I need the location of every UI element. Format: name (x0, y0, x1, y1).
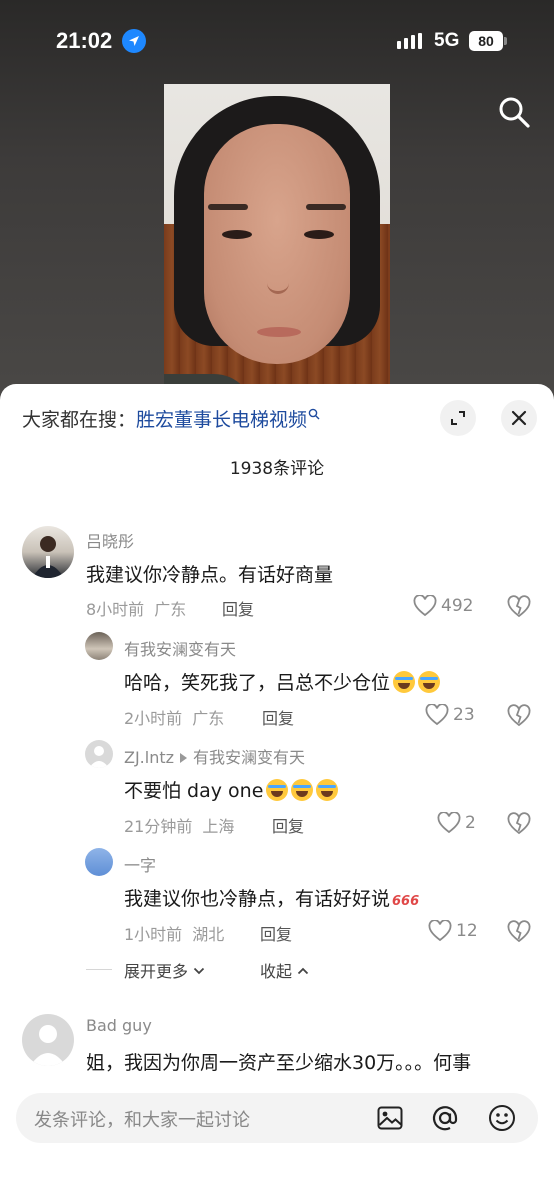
chevron-up-icon (297, 967, 309, 975)
comment-text: 姐，我因为你周一资产至少缩水30万。。。何事 (86, 1052, 472, 1074)
heart-icon (428, 920, 452, 942)
laugh-cry-emoji-icon (418, 671, 441, 693)
avatar[interactable] (85, 740, 113, 768)
comment-username[interactable]: ZJ.lntz 有我安澜变有天 (124, 744, 305, 768)
battery-level: 80 (469, 31, 503, 51)
like-count: 12 (456, 921, 478, 941)
avatar[interactable] (22, 1014, 74, 1066)
like-count: 2 (465, 813, 476, 833)
avatar[interactable] (22, 526, 74, 578)
comment-meta: 2小时前 广东 (124, 705, 224, 729)
collapse-button[interactable]: 收起 (260, 958, 309, 982)
comment-username[interactable]: 有我安澜变有天 (124, 636, 236, 660)
comment-input[interactable]: 发条评论，和大家一起讨论 (16, 1093, 538, 1143)
dislike-heart-icon[interactable] (507, 920, 531, 944)
reply-button[interactable]: 回复 (262, 705, 294, 729)
reply-to-username[interactable]: 有我安澜变有天 (193, 748, 305, 767)
reply-item: 一字 我建议你也冷静点，有话好好说 666 1小时前 湖北 回复 12 (0, 846, 554, 946)
comment-text: 哈哈，笑死我了，吕总不少仓位 (124, 668, 441, 695)
search-icon[interactable] (496, 94, 532, 130)
comment-location: 广东 (192, 709, 225, 728)
reply-button[interactable]: 回复 (260, 921, 292, 945)
like-button[interactable]: 492 (413, 594, 483, 620)
dislike-heart-icon[interactable] (507, 595, 531, 619)
comment-username[interactable]: 一字 (124, 852, 156, 876)
avatar[interactable] (85, 632, 113, 660)
battery-icon: 80 (469, 31, 507, 51)
comment-time: 8小时前 (86, 600, 145, 619)
small-search-icon (308, 408, 320, 420)
comment-meta: 21分钟前 上海 (124, 813, 234, 837)
expand-button[interactable] (440, 400, 476, 436)
reply-to-arrow-icon (180, 753, 188, 763)
dislike-heart-icon[interactable] (507, 812, 531, 836)
avatar[interactable] (85, 848, 113, 876)
laugh-cry-emoji-icon (291, 779, 314, 801)
like-count: 23 (453, 705, 475, 725)
at-icon[interactable] (431, 1104, 459, 1132)
chevron-down-icon (193, 967, 205, 975)
comment-meta: 1小时前 湖北 (124, 921, 224, 945)
close-button[interactable] (501, 400, 537, 436)
heart-icon (437, 812, 461, 834)
expand-icon (451, 411, 465, 425)
like-button[interactable]: 23 (425, 703, 485, 729)
heart-icon (413, 595, 437, 617)
comment-location: 湖北 (192, 925, 225, 944)
signal-icon (397, 33, 422, 49)
image-icon[interactable] (376, 1104, 404, 1132)
like-button[interactable]: 12 (428, 919, 488, 945)
comment-text: 我建议你也冷静点，有话好好说 666 (124, 888, 420, 910)
dislike-heart-icon[interactable] (507, 704, 531, 728)
status-time: 21:02 (56, 28, 113, 53)
heart-icon (425, 704, 449, 726)
comment-username[interactable]: Bad guy (86, 1016, 152, 1035)
network-type: 5G (434, 30, 460, 51)
comment-text: 我建议你冷静点。有话好商量 (86, 564, 334, 586)
comment-count: 1938条评论 (229, 459, 325, 479)
comment-input-placeholder: 发条评论，和大家一起讨论 (34, 1110, 250, 1131)
reply-button[interactable]: 回复 (222, 596, 254, 620)
expand-more-button[interactable]: 展开更多 (124, 958, 205, 982)
divider (86, 969, 112, 970)
reply-item: ZJ.lntz 有我安澜变有天 不要怕 day one 21分钟前 上海 回复 2 (0, 738, 554, 838)
comment-item: Bad guy 姐，我因为你周一资产至少缩水30万。。。何事 (0, 1014, 554, 1094)
comment-text: 不要怕 day one (124, 776, 339, 803)
hot-search-prefix: 大家都在搜： (22, 409, 137, 431)
comment-location: 上海 (202, 817, 235, 836)
like-button[interactable]: 2 (437, 811, 487, 837)
laugh-cry-emoji-icon (316, 779, 339, 801)
comment-time: 21分钟前 (124, 817, 193, 836)
reply-button[interactable]: 回复 (272, 813, 304, 837)
666-emoji: 666 (392, 894, 420, 909)
comment-meta: 8小时前 广东 (86, 596, 186, 620)
reply-item: 有我安澜变有天 哈哈，笑死我了，吕总不少仓位 2小时前 广东 回复 23 (0, 630, 554, 730)
location-arrow-icon (122, 29, 146, 53)
laugh-cry-emoji-icon (266, 779, 289, 801)
close-icon (511, 410, 527, 426)
hot-search-keyword[interactable]: 胜宏董事长电梯视频 (136, 409, 307, 431)
emoji-icon[interactable] (488, 1104, 516, 1132)
comments-sheet: 大家都在搜：胜宏董事长电梯视频 1938条评论 吕晓彤 我建议你冷静点。有话好商… (0, 384, 554, 1200)
comment-time: 2小时前 (124, 709, 183, 728)
replies-controls: 展开更多 收起 (86, 958, 386, 982)
video-thumbnail[interactable] (164, 84, 390, 400)
comment-time: 1小时前 (124, 925, 183, 944)
comment-location: 广东 (154, 600, 187, 619)
laugh-cry-emoji-icon (393, 671, 416, 693)
like-count: 492 (441, 596, 474, 616)
status-bar: 21:02 5G 80 (0, 0, 554, 80)
comment-item: 吕晓彤 我建议你冷静点。有话好商量 8小时前 广东 回复 492 (0, 526, 554, 626)
comment-username[interactable]: 吕晓彤 (86, 528, 134, 552)
hot-search-bar[interactable]: 大家都在搜：胜宏董事长电梯视频 (22, 405, 320, 432)
